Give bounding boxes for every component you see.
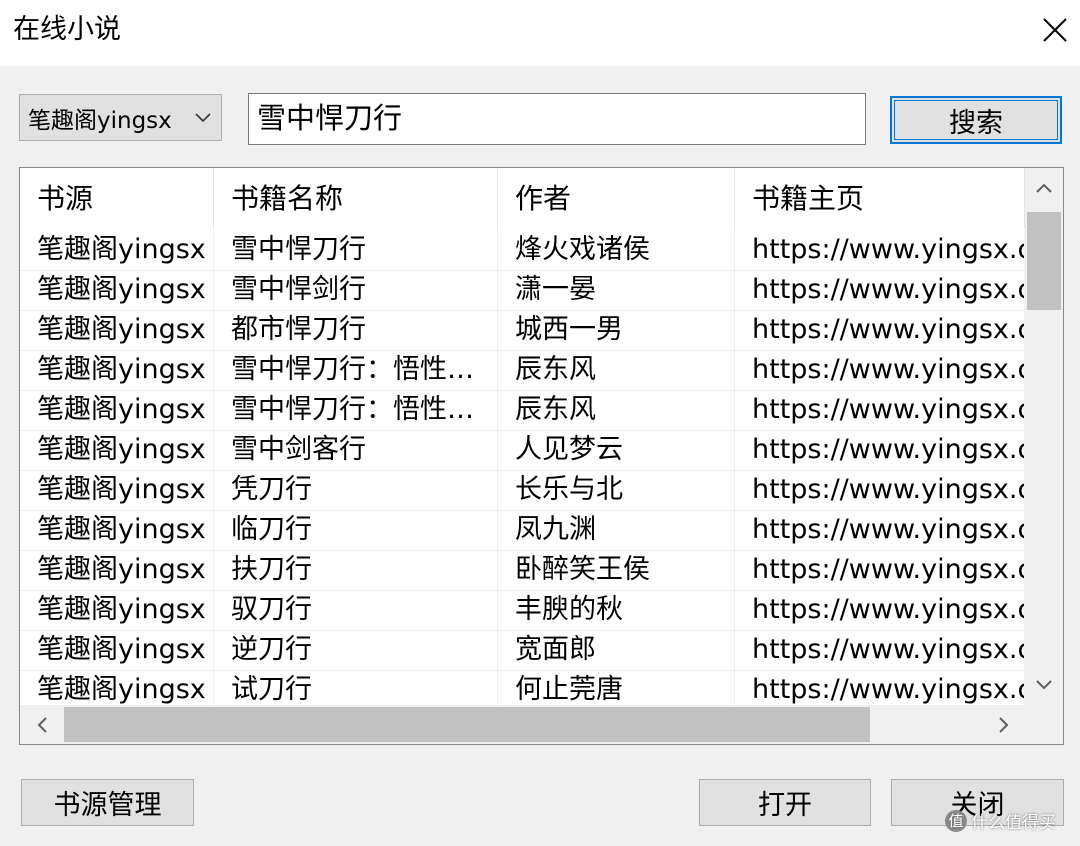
cell-homepage: https://www.yingsx.com bbox=[735, 310, 1025, 350]
cell-homepage: https://www.yingsx.com bbox=[735, 590, 1025, 630]
title-bar: 在线小说 bbox=[0, 0, 1080, 66]
scroll-up-icon[interactable] bbox=[1025, 168, 1063, 208]
cell-book-name: 雪中剑客行 bbox=[214, 430, 498, 470]
cell-homepage: https://www.yingsx.com bbox=[735, 670, 1025, 705]
cell-homepage: https://www.yingsx.com bbox=[735, 470, 1025, 510]
table-row[interactable]: 笔趣阁yingsx 雪中悍刀行：悟性… 辰东风 https://www.ying… bbox=[20, 390, 1025, 431]
cell-author: 凤九渊 bbox=[498, 510, 735, 550]
table-row[interactable]: 笔趣阁yingsx 凭刀行 长乐与北 https://www.yingsx.co… bbox=[20, 470, 1025, 511]
cell-homepage: https://www.yingsx.com bbox=[735, 430, 1025, 470]
cell-source: 笔趣阁yingsx bbox=[20, 430, 214, 470]
cell-author: 烽火戏诸侯 bbox=[498, 230, 735, 270]
horizontal-scroll-thumb[interactable] bbox=[64, 707, 870, 742]
table-row[interactable]: 笔趣阁yingsx 雪中剑客行 人见梦云 https://www.yingsx.… bbox=[20, 430, 1025, 471]
table-row[interactable]: 笔趣阁yingsx 都市悍刀行 城西一男 https://www.yingsx.… bbox=[20, 310, 1025, 351]
cell-book-name: 雪中悍刀行 bbox=[214, 230, 498, 270]
cell-source: 笔趣阁yingsx bbox=[20, 590, 214, 630]
cell-homepage: https://www.yingsx.com bbox=[735, 630, 1025, 670]
cell-book-name: 雪中悍刀行：悟性… bbox=[214, 390, 498, 430]
watermark-logo-icon: 值 bbox=[945, 809, 967, 832]
column-header-book-name[interactable]: 书籍名称 bbox=[214, 168, 498, 228]
table-row[interactable]: 笔趣阁yingsx 临刀行 凤九渊 https://www.yingsx.com bbox=[20, 510, 1025, 551]
cell-book-name: 凭刀行 bbox=[214, 470, 498, 510]
cell-source: 笔趣阁yingsx bbox=[20, 230, 214, 270]
column-header-author[interactable]: 作者 bbox=[498, 168, 735, 228]
table-row[interactable]: 笔趣阁yingsx 试刀行 何止莞唐 https://www.yingsx.co… bbox=[20, 670, 1025, 705]
cell-book-name: 都市悍刀行 bbox=[214, 310, 498, 350]
cell-source: 笔趣阁yingsx bbox=[20, 310, 214, 350]
cell-book-name: 雪中悍剑行 bbox=[214, 270, 498, 310]
cell-author: 丰腴的秋 bbox=[498, 590, 735, 630]
cell-author: 宽面郎 bbox=[498, 630, 735, 670]
table-row[interactable]: 笔趣阁yingsx 逆刀行 宽面郎 https://www.yingsx.com bbox=[20, 630, 1025, 671]
window-title: 在线小说 bbox=[13, 14, 121, 45]
cell-author: 何止莞唐 bbox=[498, 670, 735, 705]
cell-author: 卧醉笑王侯 bbox=[498, 550, 735, 590]
cell-author: 潇一晏 bbox=[498, 270, 735, 310]
search-button[interactable]: 搜索 bbox=[890, 96, 1062, 144]
results-table: 书源 书籍名称 作者 书籍主页 笔趣阁yingsx 雪中悍刀行 烽火戏诸侯 ht… bbox=[19, 167, 1064, 745]
open-button[interactable]: 打开 bbox=[699, 779, 871, 826]
close-window-icon[interactable] bbox=[1032, 10, 1078, 50]
cell-source: 笔趣阁yingsx bbox=[20, 670, 214, 705]
cell-author: 人见梦云 bbox=[498, 430, 735, 470]
table-header: 书源 书籍名称 作者 书籍主页 bbox=[20, 168, 1025, 230]
cell-author: 城西一男 bbox=[498, 310, 735, 350]
table-row[interactable]: 笔趣阁yingsx 雪中悍剑行 潇一晏 https://www.yingsx.c… bbox=[20, 270, 1025, 311]
source-dropdown[interactable]: 笔趣阁yingsx bbox=[19, 94, 222, 141]
watermark: 值 什么值得买 bbox=[945, 808, 1056, 833]
vertical-scrollbar[interactable] bbox=[1025, 168, 1063, 705]
scrollbar-corner bbox=[1025, 705, 1063, 744]
source-dropdown-value: 笔趣阁yingsx bbox=[28, 107, 172, 134]
search-input[interactable]: 雪中悍刀行 bbox=[248, 93, 866, 145]
cell-source: 笔趣阁yingsx bbox=[20, 550, 214, 590]
cell-homepage: https://www.yingsx.com bbox=[735, 230, 1025, 270]
cell-source: 笔趣阁yingsx bbox=[20, 630, 214, 670]
cell-source: 笔趣阁yingsx bbox=[20, 470, 214, 510]
cell-book-name: 临刀行 bbox=[214, 510, 498, 550]
results-table-viewport: 书源 书籍名称 作者 书籍主页 笔趣阁yingsx 雪中悍刀行 烽火戏诸侯 ht… bbox=[20, 168, 1025, 705]
cell-source: 笔趣阁yingsx bbox=[20, 270, 214, 310]
cell-book-name: 雪中悍刀行：悟性… bbox=[214, 350, 498, 390]
table-row[interactable]: 笔趣阁yingsx 驭刀行 丰腴的秋 https://www.yingsx.co… bbox=[20, 590, 1025, 631]
scroll-down-icon[interactable] bbox=[1025, 665, 1063, 705]
column-header-homepage[interactable]: 书籍主页 bbox=[735, 168, 1025, 228]
table-row[interactable]: 笔趣阁yingsx 雪中悍刀行 烽火戏诸侯 https://www.yingsx… bbox=[20, 230, 1025, 271]
chevron-down-icon bbox=[193, 107, 213, 133]
cell-homepage: https://www.yingsx.com bbox=[735, 390, 1025, 430]
cell-book-name: 试刀行 bbox=[214, 670, 498, 705]
cell-source: 笔趣阁yingsx bbox=[20, 510, 214, 550]
cell-homepage: https://www.yingsx.com bbox=[735, 550, 1025, 590]
table-row[interactable]: 笔趣阁yingsx 雪中悍刀行：悟性… 辰东风 https://www.ying… bbox=[20, 350, 1025, 391]
column-header-source[interactable]: 书源 bbox=[20, 168, 214, 228]
vertical-scroll-thumb[interactable] bbox=[1027, 212, 1061, 310]
cell-author: 长乐与北 bbox=[498, 470, 735, 510]
cell-book-name: 扶刀行 bbox=[214, 550, 498, 590]
cell-homepage: https://www.yingsx.com bbox=[735, 350, 1025, 390]
scroll-right-icon[interactable] bbox=[983, 705, 1025, 744]
scroll-left-icon[interactable] bbox=[20, 705, 64, 744]
cell-homepage: https://www.yingsx.com bbox=[735, 510, 1025, 550]
source-manage-button[interactable]: 书源管理 bbox=[21, 779, 194, 826]
table-row[interactable]: 笔趣阁yingsx 扶刀行 卧醉笑王侯 https://www.yingsx.c… bbox=[20, 550, 1025, 591]
cell-book-name: 驭刀行 bbox=[214, 590, 498, 630]
cell-author: 辰东风 bbox=[498, 390, 735, 430]
cell-source: 笔趣阁yingsx bbox=[20, 350, 214, 390]
cell-source: 笔趣阁yingsx bbox=[20, 390, 214, 430]
watermark-text: 什么值得买 bbox=[971, 813, 1056, 833]
horizontal-scrollbar[interactable] bbox=[20, 705, 1025, 744]
cell-book-name: 逆刀行 bbox=[214, 630, 498, 670]
cell-author: 辰东风 bbox=[498, 350, 735, 390]
cell-homepage: https://www.yingsx.com bbox=[735, 270, 1025, 310]
